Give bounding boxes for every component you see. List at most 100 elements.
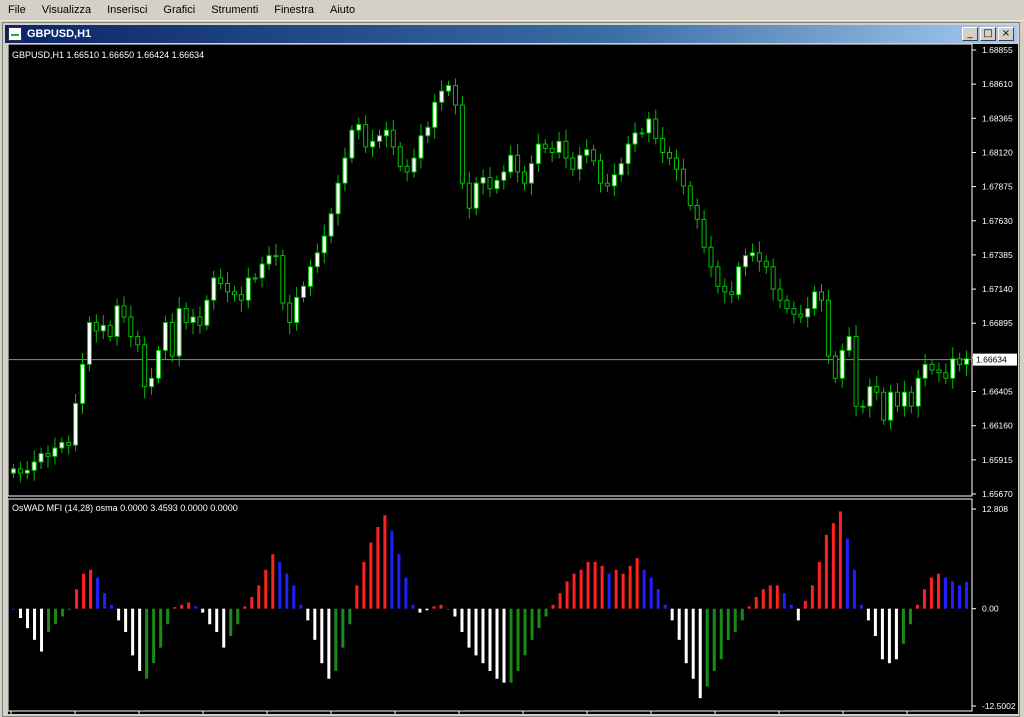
histogram-bar <box>663 604 667 609</box>
histogram-bar <box>544 608 548 617</box>
candle-body <box>155 349 161 379</box>
histogram-bar <box>698 608 702 699</box>
histogram-bar <box>810 585 814 609</box>
histogram-bar <box>425 608 429 611</box>
candle-body <box>515 154 521 173</box>
price-y-tick-label: 1.66405 <box>982 387 1013 397</box>
candle-body <box>190 316 196 324</box>
candle-body <box>922 363 928 379</box>
histogram-bar <box>89 569 93 609</box>
candle-body <box>459 104 465 184</box>
histogram-bar <box>96 577 100 609</box>
histogram-bar <box>831 523 835 609</box>
histogram-bar <box>950 581 954 609</box>
candle-body <box>487 177 493 190</box>
candle-body <box>563 140 569 159</box>
candle-body <box>825 299 831 357</box>
current-price-label: 1.66634 <box>976 355 1007 365</box>
histogram-bar <box>460 608 464 633</box>
chart-window-icon <box>8 27 22 41</box>
histogram-bar <box>747 606 751 609</box>
histogram-bar <box>775 585 779 609</box>
candle-body <box>245 277 251 301</box>
candle-body <box>853 335 859 407</box>
candle-body <box>390 129 396 148</box>
histogram-bar <box>600 565 604 609</box>
candle-body <box>577 154 583 170</box>
minimize-button[interactable]: _ <box>962 27 978 41</box>
close-button[interactable]: × <box>998 27 1014 41</box>
histogram-bar <box>887 608 891 664</box>
histogram-bar <box>257 585 261 609</box>
histogram-bar <box>390 530 394 609</box>
candle-body <box>432 101 438 128</box>
chart-svg[interactable]: GBPUSD,H1 1.66510 1.66650 1.66424 1.6663… <box>7 43 1018 714</box>
histogram-bar <box>705 608 709 687</box>
candle-body <box>93 322 99 332</box>
histogram-bar <box>19 608 23 619</box>
menu-visualizza[interactable]: Visualizza <box>34 0 99 21</box>
candle-body <box>943 372 949 379</box>
candle-body <box>31 461 37 471</box>
menu-strumenti[interactable]: Strumenti <box>203 0 266 21</box>
histogram-bar <box>208 608 212 625</box>
histogram-bar <box>348 608 352 625</box>
candle-body <box>142 344 148 388</box>
candle-body <box>701 218 707 248</box>
histogram-bar <box>894 608 898 660</box>
candle-body <box>294 296 300 324</box>
candle-body <box>832 355 838 379</box>
price-y-tick-label: 1.68365 <box>982 113 1013 123</box>
histogram-bar <box>789 604 793 609</box>
histogram-bar <box>614 569 618 609</box>
histogram-bar <box>362 561 366 609</box>
candle-body <box>335 182 341 215</box>
price-y-tick-label: 1.67140 <box>982 284 1013 294</box>
histogram-bar <box>495 608 499 679</box>
histogram-bar <box>908 608 912 625</box>
histogram-bar <box>481 608 485 664</box>
histogram-bar <box>782 593 786 609</box>
window-titlebar[interactable]: GBPUSD,H1 _ □ × <box>5 25 1017 43</box>
menu-finestra[interactable]: Finestra <box>266 0 322 21</box>
candle-body <box>404 165 410 173</box>
histogram-bar <box>152 608 156 664</box>
candle-body <box>287 302 293 324</box>
candle-body <box>17 468 23 474</box>
maximize-button[interactable]: □ <box>980 27 996 41</box>
candle-body <box>197 316 203 326</box>
oscillator-title: OsWAD MFI (14,28) osma 0.0000 3.4593 0.0… <box>12 503 238 513</box>
histogram-bar <box>572 573 576 609</box>
histogram-bar <box>61 608 65 617</box>
candle-body <box>24 469 30 474</box>
candle-body <box>846 335 852 351</box>
histogram-bar <box>733 608 737 633</box>
chart-area[interactable]: GBPUSD,H1 1.66510 1.66650 1.66424 1.6663… <box>7 43 1018 714</box>
candle-body <box>743 255 749 268</box>
histogram-bar <box>124 608 128 633</box>
candle-body <box>618 163 624 176</box>
histogram-bar <box>145 608 149 679</box>
histogram-bar <box>439 604 443 609</box>
histogram-bar <box>432 606 436 609</box>
menu-bar: File Visualizza Inserisci Grafici Strume… <box>0 0 1024 21</box>
histogram-bar <box>712 608 716 671</box>
histogram-bar <box>376 526 380 609</box>
menu-aiuto[interactable]: Aiuto <box>322 0 363 21</box>
candle-body <box>383 129 389 137</box>
menu-grafici[interactable]: Grafici <box>155 0 203 21</box>
menu-inserisci[interactable]: Inserisci <box>99 0 155 21</box>
candle-body <box>446 85 452 92</box>
candle-body <box>770 266 776 290</box>
candle-body <box>839 349 845 379</box>
histogram-bar <box>754 597 758 609</box>
histogram-bar <box>866 608 870 621</box>
candle-body <box>169 322 175 357</box>
histogram-bar <box>642 569 646 609</box>
menu-file[interactable]: File <box>0 0 34 21</box>
candle-body <box>756 252 762 262</box>
candle-body <box>280 255 286 304</box>
price-y-tick-label: 1.65915 <box>982 455 1013 465</box>
histogram-bar <box>159 608 163 648</box>
candle-body <box>964 358 970 365</box>
